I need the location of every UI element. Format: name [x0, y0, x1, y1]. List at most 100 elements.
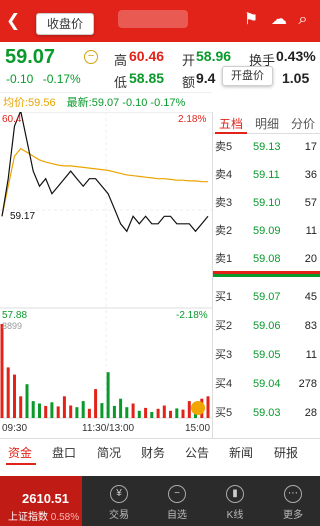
- volume-bar: [44, 405, 48, 418]
- flag-icon[interactable]: ⚑: [240, 11, 262, 29]
- watchlist-label: 自选: [167, 510, 187, 521]
- volume-bar: [137, 410, 141, 418]
- tab-finance[interactable]: 财务: [141, 444, 165, 461]
- footer-bar: 2610.51 上证指数 0.58% ¥ 交易 − 自选 ▮ K线 ⋯ 更多: [0, 476, 320, 526]
- kline-icon: ▮: [226, 485, 244, 503]
- volume-bar: [38, 403, 41, 418]
- volume-bar: [25, 384, 29, 418]
- sell-row: 卖5 59.13 17: [213, 136, 320, 158]
- buy-row: 买4 59.04 278: [213, 373, 320, 395]
- tab-profile[interactable]: 简况: [97, 444, 121, 461]
- index-change: 0.58%: [50, 512, 80, 523]
- avg-latest-line: 均价:59.56 最新:59.07 -0.10 -0.17%: [0, 92, 212, 112]
- open-value: 58.96: [196, 48, 232, 64]
- volume-bar: [13, 374, 16, 418]
- buy-row: 买5 59.03 28: [213, 402, 320, 424]
- info-tab-underline: [6, 463, 36, 465]
- close-price-tooltip: 收盘价: [36, 13, 95, 35]
- current-price: 59.07: [5, 46, 56, 68]
- settings-bubble-icon[interactable]: [191, 401, 205, 415]
- sell-volume: 57: [304, 197, 317, 209]
- sell-price: 59.09: [253, 225, 281, 237]
- buy-volume: 28: [304, 407, 317, 419]
- info-tabs: 资金 盘口 简况 财务 公告 新闻 研报: [0, 438, 320, 465]
- volume-bar: [81, 401, 85, 418]
- x-label-close: 15:00: [185, 423, 210, 434]
- order-book: 五档 明细 分价 卖5 59.13 17 卖4 59.11 36 卖3 59.10 57 卖…: [212, 112, 320, 438]
- sell-label: 卖3: [215, 197, 233, 209]
- buy-label: 买2: [215, 320, 233, 332]
- x-label-mid: 11:30/13:00: [82, 423, 135, 434]
- index-value: 2610.51: [22, 491, 69, 506]
- sell-volume: 17: [304, 141, 317, 153]
- volume-bar: [6, 367, 10, 418]
- minus-circle-icon[interactable]: −: [84, 50, 98, 64]
- tab-research[interactable]: 研报: [274, 444, 298, 461]
- buy-volume: 11: [305, 349, 317, 361]
- volume-bar: [119, 398, 123, 418]
- more-button[interactable]: ⋯ 更多: [270, 476, 316, 526]
- search-icon[interactable]: ⌕: [292, 11, 314, 29]
- stock-title: [118, 10, 188, 28]
- volume-bar: [94, 389, 98, 418]
- more-icon: ⋯: [284, 485, 302, 503]
- volume-bar: [31, 401, 35, 418]
- tab-price-dist[interactable]: 分价: [291, 115, 315, 132]
- index-ticker[interactable]: 2610.51 上证指数 0.58%: [0, 476, 82, 526]
- chart-bottom-pct: -2.18%: [176, 310, 208, 321]
- more-label: 更多: [283, 510, 303, 521]
- sell-volume: 20: [304, 253, 317, 265]
- volume-bar: [150, 412, 154, 418]
- volume-bar: [125, 407, 129, 418]
- sell-price: 59.10: [253, 197, 281, 209]
- watchlist-button[interactable]: − 自选: [154, 476, 200, 526]
- intraday-chart[interactable]: 60.4 2.18% 59.17 57.88 -2.18% 3899 09:30…: [0, 108, 212, 438]
- tab-orderbook[interactable]: 盘口: [52, 444, 76, 461]
- kline-label: K线: [226, 510, 244, 521]
- sell-row: 卖1 59.08 20: [213, 248, 320, 270]
- buy-price: 59.05: [253, 349, 281, 361]
- high-label: 高: [114, 53, 128, 68]
- volume-bar: [19, 396, 23, 418]
- volume-bar: [100, 403, 104, 418]
- sell-price: 59.08: [253, 253, 281, 265]
- volume-bar: [0, 324, 4, 418]
- volume-bar: [162, 405, 166, 418]
- change-value: -0.10: [6, 72, 34, 86]
- buy-volume: 278: [298, 378, 317, 390]
- yen-icon: ¥: [110, 485, 128, 503]
- back-arrow-icon[interactable]: ❮: [6, 12, 20, 29]
- amount-value: 9.4: [196, 70, 216, 86]
- sell-volume: 36: [304, 169, 317, 181]
- buy-row: 买3 59.05 11: [213, 344, 320, 366]
- cloud-icon[interactable]: ☁: [268, 11, 290, 29]
- volume-bar: [112, 405, 116, 418]
- sell-row: 卖2 59.09 11: [213, 220, 320, 242]
- sell-volume: 11: [305, 225, 317, 237]
- trade-button[interactable]: ¥ 交易: [96, 476, 142, 526]
- buy-price: 59.06: [253, 320, 281, 332]
- tab-funds[interactable]: 资金: [8, 444, 32, 461]
- index-info: 上证指数 0.58%: [8, 508, 79, 523]
- tab-underline: [215, 132, 247, 134]
- volume-bar: [144, 407, 148, 418]
- volume-bar: [62, 396, 66, 418]
- tab-announcements[interactable]: 公告: [185, 444, 209, 461]
- volume-bar: [187, 401, 191, 418]
- kline-button[interactable]: ▮ K线: [212, 476, 258, 526]
- tab-news[interactable]: 新闻: [229, 444, 253, 461]
- buy-price: 59.04: [253, 378, 281, 390]
- sell-row: 卖3 59.10 57: [213, 192, 320, 214]
- volume-bar: [69, 405, 73, 418]
- sell-label: 卖1: [215, 253, 233, 265]
- buy-price: 59.07: [253, 291, 281, 303]
- tab-details[interactable]: 明细: [255, 115, 279, 132]
- buy-label: 买1: [215, 291, 233, 303]
- chart-top-pct: 2.18%: [178, 114, 206, 125]
- chart-top-price: 60.4: [2, 114, 22, 125]
- trade-label: 交易: [109, 510, 129, 521]
- sell-label: 卖4: [215, 169, 233, 181]
- tab-five-levels[interactable]: 五档: [219, 115, 243, 132]
- book-divider-green: [213, 274, 320, 277]
- sell-label: 卖5: [215, 141, 233, 153]
